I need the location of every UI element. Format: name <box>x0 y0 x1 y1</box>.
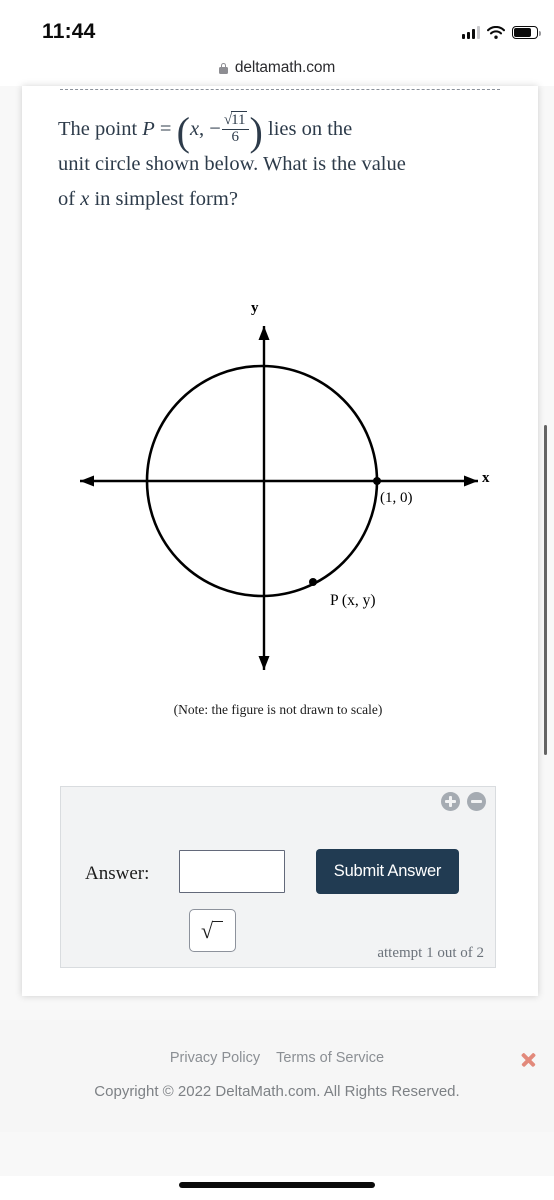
question-text: The point P = (x, − √11 6) lies on the uni… <box>58 109 516 217</box>
answer-label: Answer: <box>85 863 150 884</box>
cellular-signal-icon <box>461 26 480 39</box>
y-axis-label: y <box>251 300 259 316</box>
y-axis-arrow-down <box>258 656 270 670</box>
terms-of-service-link[interactable]: Terms of Service <box>276 1050 384 1066</box>
answer-panel: Answer: Submit Answer √ attempt 1 out of… <box>60 786 496 968</box>
sqrt-keypad-button[interactable]: √ <box>189 909 236 952</box>
status-indicators <box>461 21 541 39</box>
footer-links: Privacy Policy Terms of Service <box>0 1050 554 1066</box>
radicand: 11 <box>231 111 247 129</box>
battery-icon <box>512 26 541 39</box>
dashed-divider <box>60 89 500 90</box>
point-p-label: P (x, y) <box>330 592 376 609</box>
status-bar: 11:44 <box>0 0 554 50</box>
question-equals: = <box>154 118 177 140</box>
privacy-policy-link[interactable]: Privacy Policy <box>170 1050 260 1066</box>
question-close-paren: ) <box>249 109 263 154</box>
question-comma: , <box>199 118 205 140</box>
wifi-icon <box>486 25 506 39</box>
lock-icon <box>218 62 228 74</box>
plus-circle-icon[interactable] <box>441 792 460 811</box>
unit-circle-svg <box>80 326 478 670</box>
question-var-x: x <box>189 118 200 140</box>
zoom-controls <box>441 792 486 811</box>
x-axis-label: x <box>482 470 490 486</box>
address-bar-url: deltamath.com <box>234 59 336 76</box>
question-line3-a: of <box>58 188 81 210</box>
y-axis-arrow-up <box>258 326 270 340</box>
minus-circle-icon[interactable] <box>467 792 486 811</box>
fraction-denominator: 6 <box>221 128 249 146</box>
question-minus-sign: − <box>209 118 221 140</box>
fraction-numerator: √11 <box>222 111 249 129</box>
page-scrollbar[interactable] <box>543 425 547 755</box>
attempt-counter: attempt 1 out of 2 <box>377 945 484 961</box>
answer-input[interactable] <box>179 850 285 893</box>
fraction-sqrt11-over-6: √11 6 <box>221 111 249 146</box>
footer-copyright: Copyright © 2022 DeltaMath.com. All Righ… <box>94 1083 460 1100</box>
status-time: 11:44 <box>42 20 96 43</box>
question-line3-b: in simplest form? <box>89 188 238 210</box>
point-p-dot <box>309 578 317 586</box>
question-var-p: P <box>142 118 155 140</box>
unit-circle-figure: y x (1, 0) P (x, y) (Note: the figure is… <box>58 300 498 754</box>
page-footer: Privacy Policy Terms of Service Copyright… <box>0 1020 554 1132</box>
point-1-0-dot <box>373 477 381 485</box>
question-open-paren: ( <box>176 109 190 154</box>
close-x-icon[interactable] <box>520 1051 537 1068</box>
submit-answer-button[interactable]: Submit Answer <box>316 849 459 894</box>
question-lead: The point <box>58 118 143 140</box>
figure-note: (Note: the figure is not drawn to scale) <box>173 702 383 717</box>
home-indicator <box>179 1182 375 1188</box>
x-axis-arrow-left <box>80 475 94 487</box>
browser-address-bar[interactable]: deltamath.com <box>0 50 554 86</box>
question-line3-var: x <box>80 188 90 210</box>
problem-card: The point P = (x, − √11 6) lies on the uni… <box>22 86 538 996</box>
question-tail-line1: lies on the <box>262 118 353 140</box>
point-1-0-label: (1, 0) <box>380 490 413 506</box>
question-line2: unit circle shown below. What is the val… <box>58 153 406 175</box>
x-axis-arrow-right <box>464 475 478 487</box>
